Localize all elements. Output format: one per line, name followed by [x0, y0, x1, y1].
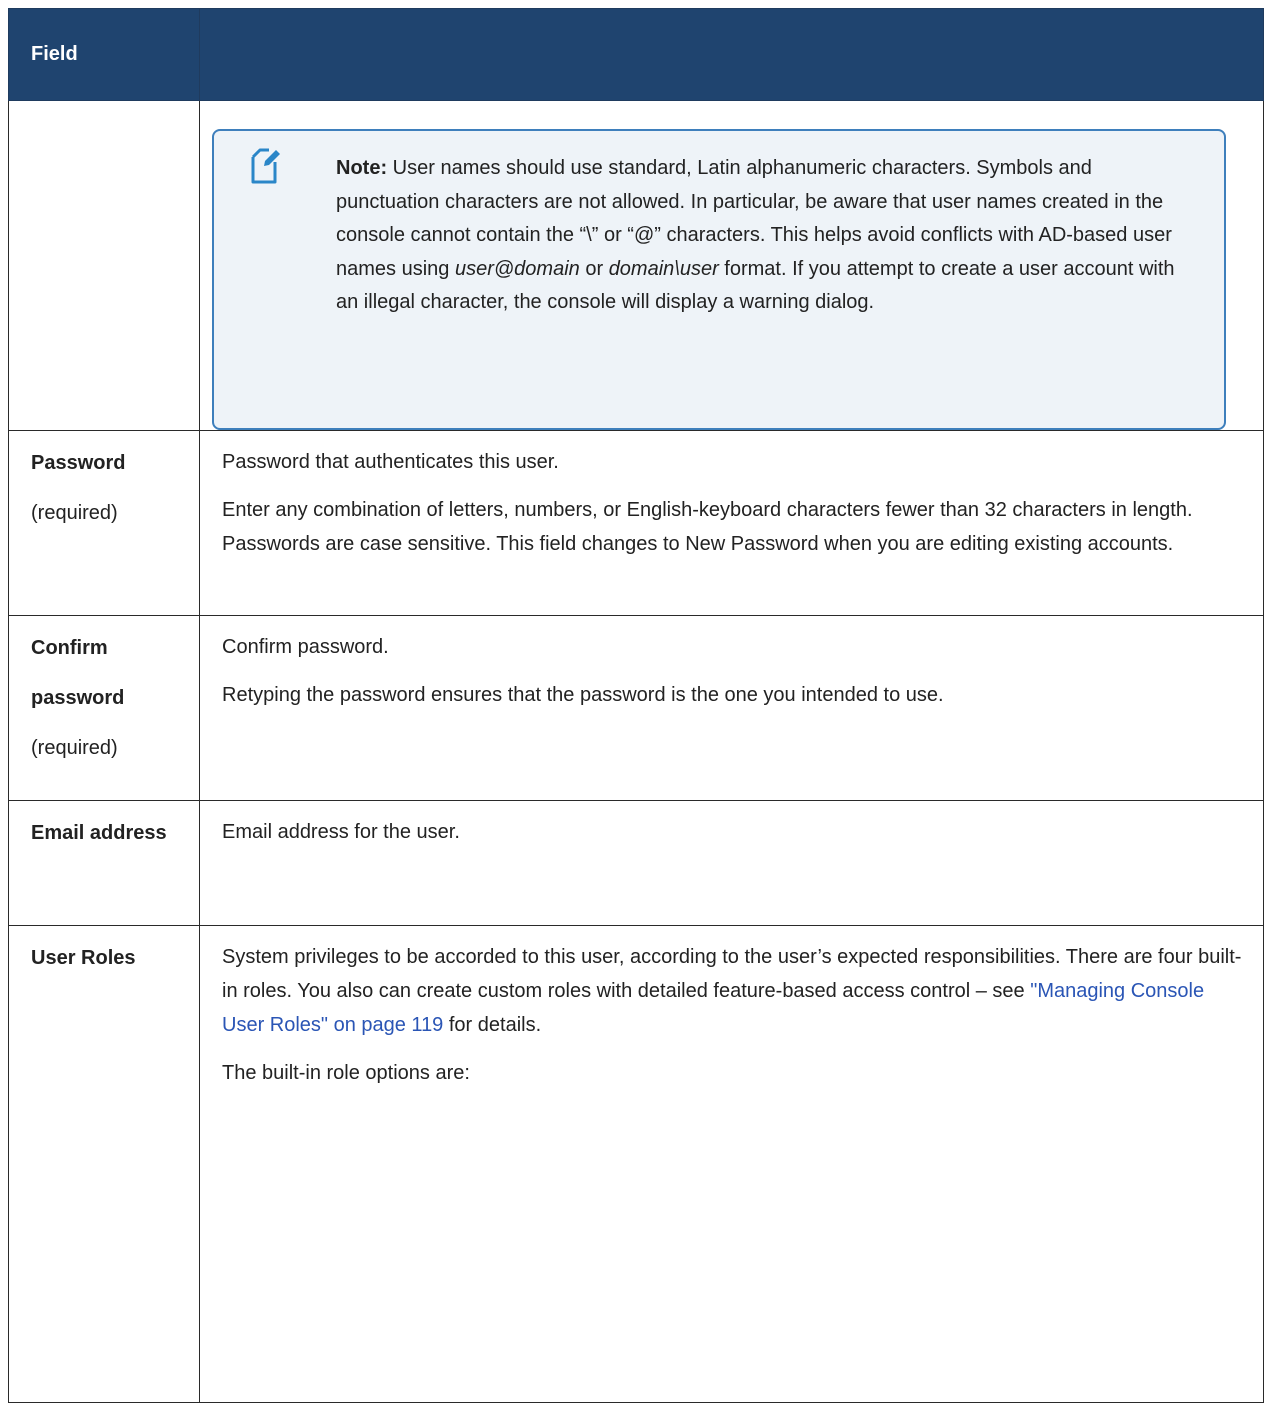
description-cell: Confirm password. Retyping the password …	[199, 615, 1264, 801]
note-emphasis-domain-user: domain\user	[608, 257, 719, 280]
description-text: System privileges to be accorded to this…	[222, 940, 1243, 1042]
field-cell-user-roles: User Roles	[8, 925, 200, 1403]
field-required: (required)	[31, 502, 118, 524]
header-description	[199, 8, 1264, 101]
description-text: The built-in role options are:	[222, 1062, 470, 1084]
description-text: Confirm password.	[222, 636, 389, 658]
description-cell: Email address for the user.	[199, 800, 1264, 926]
table-row: Note: User names should use standard, La…	[8, 100, 1264, 431]
description-text: for details.	[443, 1014, 542, 1036]
note-pencil-icon	[251, 148, 280, 184]
field-name: Password	[31, 452, 126, 474]
header-field: Field	[8, 8, 200, 101]
table-row: Password (required) Password that authen…	[8, 430, 1264, 616]
note-emphasis-user-at-domain: user@domain	[454, 257, 580, 280]
field-required: (required)	[31, 737, 118, 759]
note-label: Note:	[336, 157, 388, 179]
note-text: or	[579, 257, 609, 280]
description-text: Enter any combination of letters, number…	[222, 499, 1193, 555]
table-row: Email address Email address for the user…	[8, 800, 1264, 926]
description-cell: Note: User names should use standard, La…	[199, 100, 1264, 431]
field-name: Confirm password	[31, 637, 125, 709]
table-row: User Roles System privileges to be accor…	[8, 925, 1264, 1403]
field-name: User Roles	[31, 947, 136, 969]
table-header-row: Field	[8, 8, 1264, 101]
field-description-table: Field Note: User names should use standa…	[8, 8, 1264, 1403]
field-name: Email address	[31, 822, 167, 844]
field-cell-email-address: Email address	[8, 800, 200, 926]
note-box: Note: User names should use standard, La…	[212, 129, 1226, 430]
field-cell-confirm-password: Confirm password (required)	[8, 615, 200, 801]
field-cell-empty	[8, 100, 200, 431]
table-row: Confirm password (required) Confirm pass…	[8, 615, 1264, 801]
field-cell-password: Password (required)	[8, 430, 200, 616]
description-cell: System privileges to be accorded to this…	[199, 925, 1264, 1403]
description-text: Retyping the password ensures that the p…	[222, 684, 944, 706]
description-text: Email address for the user.	[222, 821, 460, 843]
description-cell: Password that authenticates this user. E…	[199, 430, 1264, 616]
description-text: Password that authenticates this user.	[222, 451, 559, 473]
